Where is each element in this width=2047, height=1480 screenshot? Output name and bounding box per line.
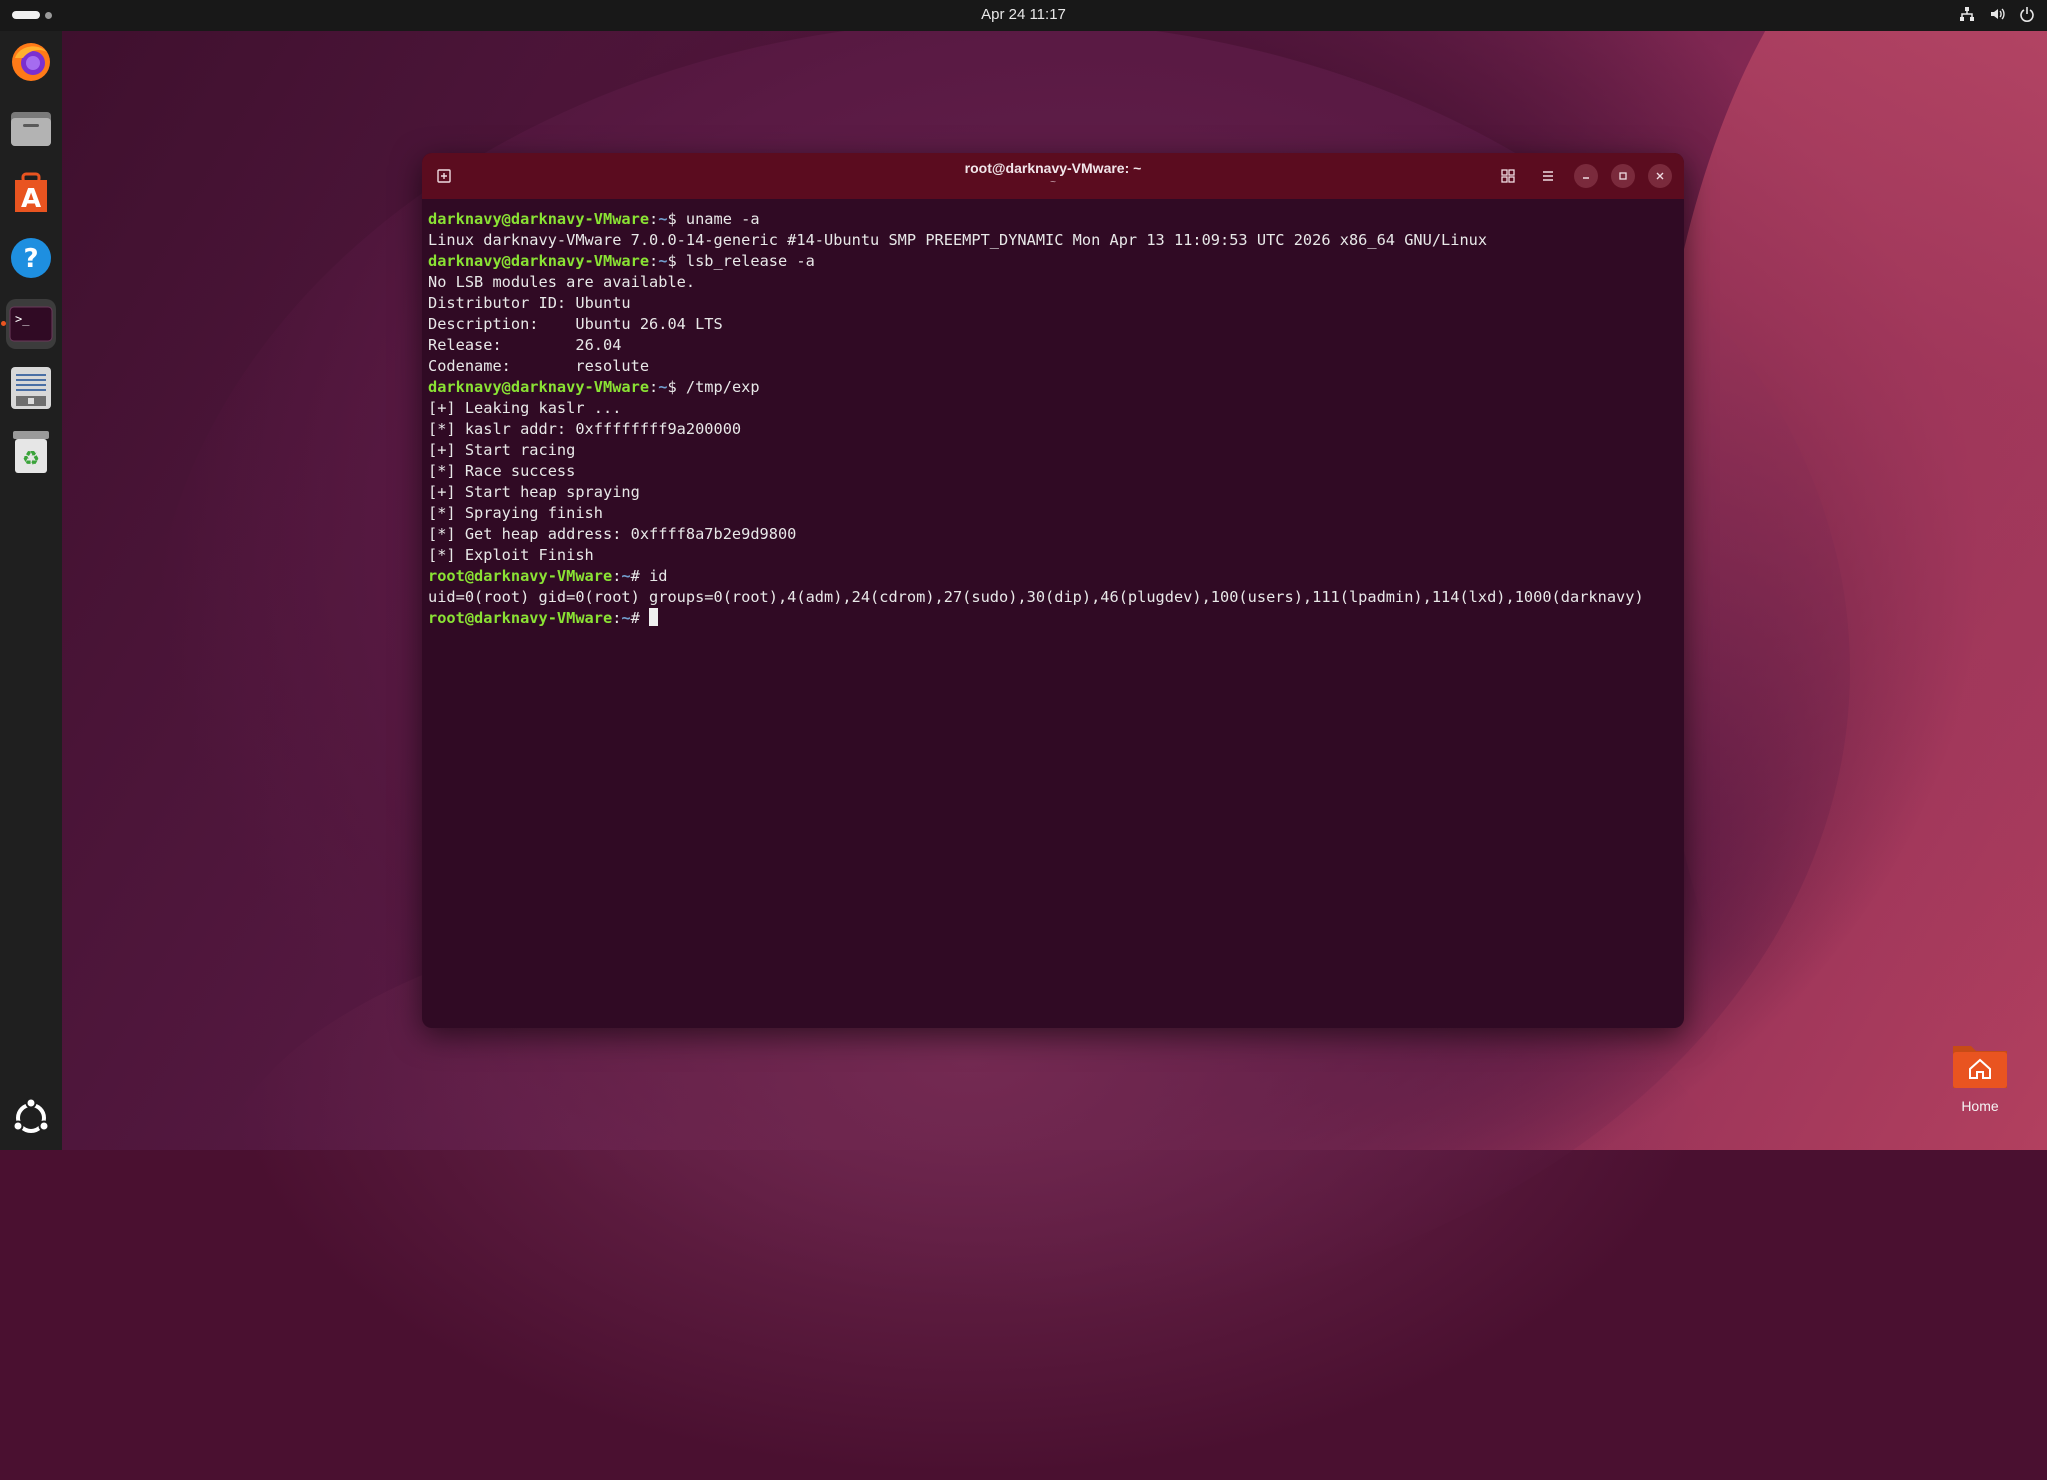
output-text: Linux darknavy-VMware 7.0.0-14-generic #… [428, 231, 1488, 249]
svg-text:A: A [21, 184, 41, 214]
terminal-output-line: Distributor ID: Ubuntu [428, 293, 1678, 314]
output-text: Description: Ubuntu 26.04 LTS [428, 315, 723, 333]
terminal-icon[interactable]: >_ [6, 299, 56, 349]
window-title: root@darknavy-VMware: ~ [964, 160, 1142, 176]
files-icon[interactable] [6, 103, 56, 153]
hamburger-menu-icon[interactable] [1536, 164, 1560, 188]
trash-icon[interactable]: ♻ [6, 427, 56, 477]
prompt-symbol: $ [667, 210, 686, 228]
output-text: [+] Leaking kaslr ... [428, 399, 622, 417]
terminal-output-line: [+] Start heap spraying [428, 482, 1678, 503]
terminal-output-line: [*] Exploit Finish [428, 545, 1678, 566]
prompt-user: darknavy@darknavy-VMware [428, 252, 650, 270]
terminal-output-line: [+] Start racing [428, 440, 1678, 461]
terminal-output-line: Description: Ubuntu 26.04 LTS [428, 314, 1678, 335]
output-text: Codename: resolute [428, 357, 650, 375]
dock: A ? >_ ♻ [0, 31, 62, 1150]
network-icon[interactable] [1959, 6, 1975, 22]
output-text: Distributor ID: Ubuntu [428, 294, 631, 312]
output-text: No LSB modules are available. [428, 273, 696, 291]
minimize-icon[interactable] [1574, 164, 1598, 188]
clock[interactable]: Apr 24 11:17 [0, 6, 2047, 23]
terminal-output-line: No LSB modules are available. [428, 272, 1678, 293]
svg-text:?: ? [23, 244, 38, 274]
firefox-icon[interactable] [6, 37, 56, 87]
power-icon[interactable] [2019, 6, 2035, 22]
home-folder-icon [1953, 1046, 2007, 1088]
terminal-prompt-line: darknavy@darknavy-VMware:~$ /tmp/exp [428, 377, 1678, 398]
prompt-separator: : [649, 378, 659, 396]
terminal-prompt-line: root@darknavy-VMware:~# id [428, 566, 1678, 587]
output-text: [+] Start heap spraying [428, 483, 640, 501]
desktop-home-label: Home [1961, 1098, 1999, 1114]
output-text: [+] Start racing [428, 441, 576, 459]
prompt-separator: : [649, 252, 659, 270]
terminal-titlebar[interactable]: root@darknavy-VMware: ~ ~ [422, 153, 1684, 199]
terminal-output-line: [*] Spraying finish [428, 503, 1678, 524]
terminal-output-line: [*] Get heap address: 0xffff8a7b2e9d9800 [428, 524, 1678, 545]
terminal-prompt-line: darknavy@darknavy-VMware:~$ uname -a [428, 209, 1678, 230]
output-text: Release: 26.04 [428, 336, 622, 354]
prompt-user: root@darknavy-VMware [428, 567, 613, 585]
window-subtitle: ~ [1050, 177, 1056, 188]
prompt-path: ~ [621, 609, 631, 627]
prompt-path: ~ [621, 567, 631, 585]
text-editor-icon[interactable] [6, 363, 56, 413]
prompt-symbol: # [630, 609, 650, 627]
maximize-icon[interactable] [1611, 164, 1635, 188]
output-text: [*] Race success [428, 462, 576, 480]
top-bar: Apr 24 11:17 [0, 0, 2047, 31]
prompt-symbol: $ [667, 378, 686, 396]
terminal-output-line: uid=0(root) gid=0(root) groups=0(root),4… [428, 587, 1678, 608]
terminal-output-line: Linux darknavy-VMware 7.0.0-14-generic #… [428, 230, 1678, 251]
help-icon[interactable]: ? [6, 233, 56, 283]
prompt-symbol: # [630, 567, 650, 585]
output-text: [*] Spraying finish [428, 504, 603, 522]
terminal-output[interactable]: darknavy@darknavy-VMware:~$ uname -a Linu… [422, 199, 1684, 639]
command-text: id [649, 567, 668, 585]
terminal-output-line: Codename: resolute [428, 356, 1678, 377]
volume-icon[interactable] [1989, 6, 2005, 22]
terminal-output-line: Release: 26.04 [428, 335, 1678, 356]
tab-overview-icon[interactable] [1496, 164, 1520, 188]
desktop-home-folder[interactable]: Home [1940, 1040, 2020, 1120]
terminal-prompt-line: root@darknavy-VMware:~# [428, 608, 1678, 629]
prompt-symbol: $ [667, 252, 686, 270]
output-text: uid=0(root) gid=0(root) groups=0(root),4… [428, 588, 1644, 606]
prompt-separator: : [649, 210, 659, 228]
svg-text:♻: ♻ [22, 446, 40, 470]
prompt-user: root@darknavy-VMware [428, 609, 613, 627]
close-icon[interactable] [1648, 164, 1672, 188]
svg-text:>_: >_ [15, 312, 30, 326]
command-text: lsb_release -a [685, 252, 815, 270]
prompt-user: darknavy@darknavy-VMware [428, 210, 650, 228]
terminal-prompt-line: darknavy@darknavy-VMware:~$ lsb_release … [428, 251, 1678, 272]
terminal-output-line: [*] kaslr addr: 0xffffffff9a200000 [428, 419, 1678, 440]
terminal-output-line: [*] Race success [428, 461, 1678, 482]
output-text: [*] kaslr addr: 0xffffffff9a200000 [428, 420, 742, 438]
output-text: [*] Get heap address: 0xffff8a7b2e9d9800 [428, 525, 797, 543]
terminal-cursor [649, 608, 659, 626]
terminal-output-line: [+] Leaking kaslr ... [428, 398, 1678, 419]
command-text: /tmp/exp [685, 378, 760, 396]
output-text: [*] Exploit Finish [428, 546, 594, 564]
ubuntu-logo-icon[interactable] [6, 1093, 56, 1143]
system-tray[interactable] [1959, 6, 2035, 22]
command-text: uname -a [685, 210, 760, 228]
prompt-user: darknavy@darknavy-VMware [428, 378, 650, 396]
terminal-window[interactable]: root@darknavy-VMware: ~ ~ darknavy@darkn… [422, 153, 1684, 1028]
app-center-icon[interactable]: A [6, 169, 56, 219]
